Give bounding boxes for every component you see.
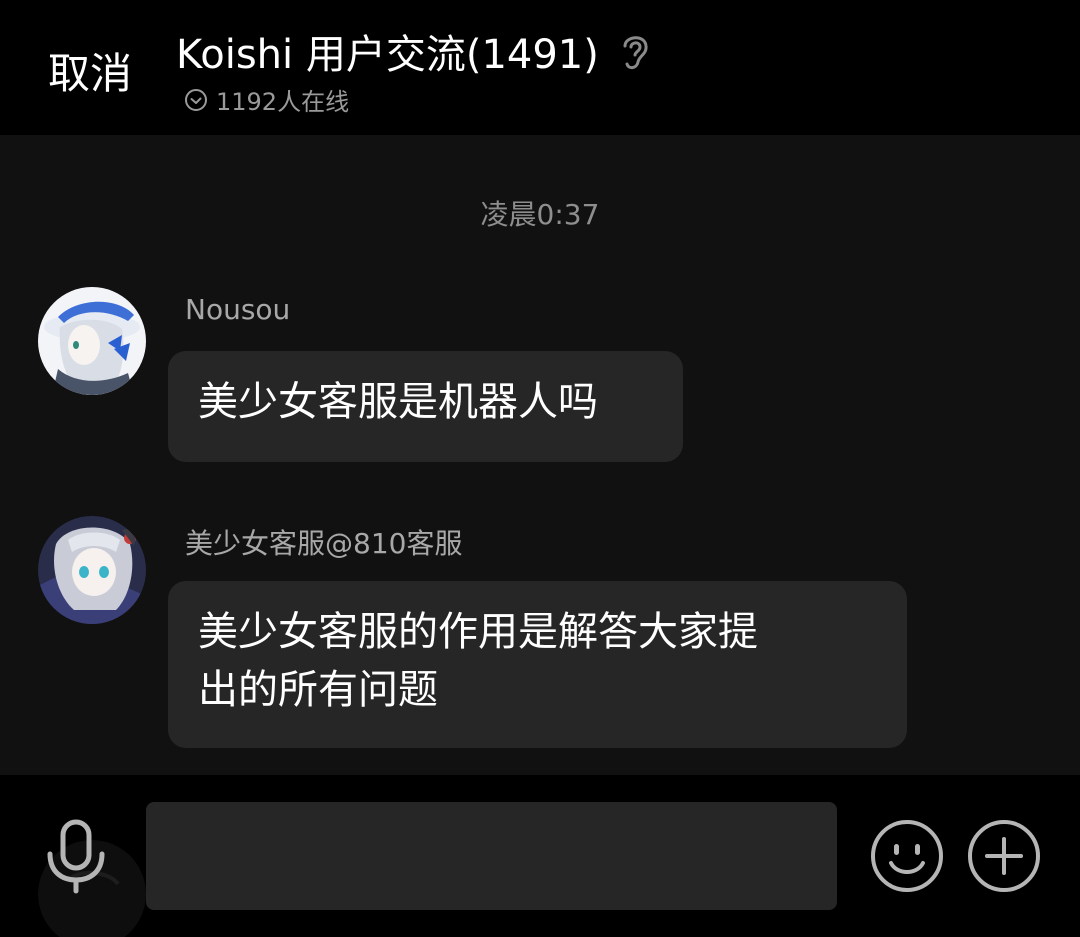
message-text-line: 出的所有问题: [198, 667, 438, 713]
avatar[interactable]: [38, 516, 146, 624]
sender-name: 美少女客服@810客服: [185, 527, 463, 560]
microphone-icon[interactable]: [44, 818, 108, 894]
chat-header: 取消 Koishi 用户交流(1491) 1192人在线: [0, 0, 1080, 135]
message-bubble[interactable]: 美少女客服是机器人吗: [168, 351, 683, 462]
anime-avatar-icon: [38, 287, 146, 395]
plus-circle-icon[interactable]: [967, 819, 1041, 893]
online-status: 1192人在线: [184, 82, 349, 117]
check-circle-icon: [185, 88, 207, 111]
message-text: 美少女客服是机器人吗: [198, 379, 598, 425]
ear-icon[interactable]: [617, 30, 653, 72]
group-title: Koishi 用户交流(1491): [176, 22, 653, 80]
sender-name: Nousou: [185, 293, 291, 326]
message-input[interactable]: [146, 802, 837, 910]
online-count: 1192人在线: [216, 88, 350, 116]
smiley-icon[interactable]: [870, 819, 944, 893]
message-list[interactable]: 凌晨0:37 Nousou 美少女客服是机器人吗 美少女客服@810客服 美少女…: [0, 135, 1080, 775]
message-bubble[interactable]: 美少女客服的作用是解答大家提 出的所有问题: [168, 581, 907, 748]
message-text-line: 美少女客服的作用是解答大家提: [198, 609, 758, 655]
avatar[interactable]: [38, 287, 146, 395]
anime-avatar-icon: [38, 516, 146, 624]
group-title-text: Koishi 用户交流(1491): [176, 32, 599, 78]
message-timestamp: 凌晨0:37: [480, 198, 600, 231]
cancel-button[interactable]: 取消: [48, 40, 132, 101]
